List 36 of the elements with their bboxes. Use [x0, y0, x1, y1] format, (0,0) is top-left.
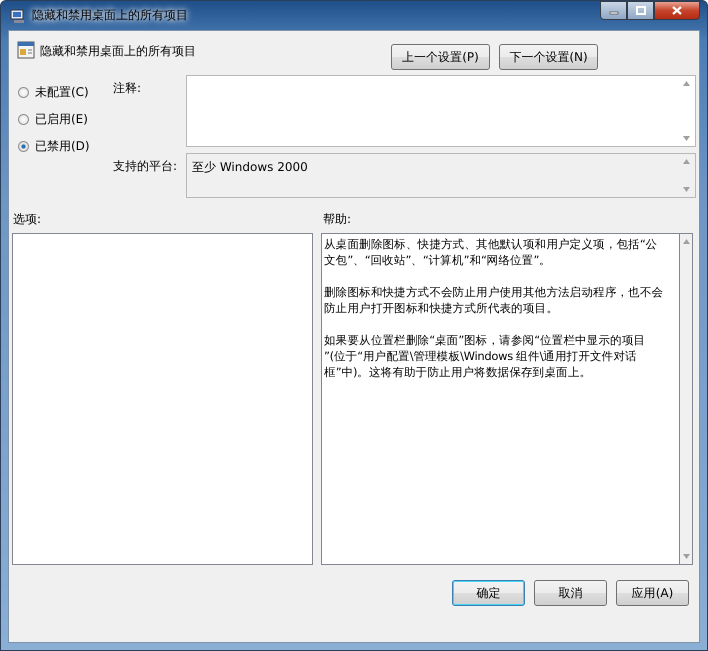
- help-label: 帮助:: [323, 210, 352, 228]
- comment-label: 注释:: [113, 80, 142, 97]
- scroll-up-icon[interactable]: [682, 239, 690, 244]
- scroll-up-icon[interactable]: [683, 81, 690, 86]
- scroll-down-icon[interactable]: [683, 136, 690, 141]
- platform-field: 至少 Windows 2000: [186, 153, 696, 198]
- nav-button[interactable]: 上一个设置(P): [391, 44, 490, 70]
- dialog-button[interactable]: 确定: [452, 580, 525, 606]
- window-title: 隐藏和禁用桌面上的所有项目: [32, 7, 188, 24]
- radio-button[interactable]: [18, 114, 29, 124]
- help-paragraph: 如果要从位置栏删除“桌面”图标，请参阅“位置栏中显示的项目 ”(位于“用户配置\管理模板\Windows 组件\通用打开文件对话 框”中)。这将有助于防止用户将数据保存到桌面上。: [324, 332, 646, 380]
- platform-label: 支持的平台:: [113, 158, 178, 175]
- policy-icon: [17, 41, 35, 59]
- help-paragraph: 删除图标和快捷方式不会防止用户使用其他方法启动程序，也不会 防止用户打开图标和快捷方式所代表的项目。: [324, 284, 664, 316]
- close-icon: [672, 6, 682, 15]
- radio-label[interactable]: 已启用(E): [35, 110, 88, 128]
- dialog-button[interactable]: 应用(A): [616, 580, 689, 606]
- computer-icon: [10, 8, 26, 24]
- maximize-icon: [636, 6, 646, 15]
- close-button[interactable]: [654, 1, 700, 20]
- comment-field[interactable]: [186, 75, 696, 147]
- scroll-down-icon[interactable]: [682, 554, 690, 559]
- scrollbar[interactable]: [680, 234, 692, 564]
- policy-title: 隐藏和禁用桌面上的所有项目: [40, 43, 196, 60]
- dialog-button[interactable]: 取消: [534, 580, 607, 606]
- options-label: 选项:: [13, 210, 42, 228]
- minimize-button[interactable]: [600, 1, 627, 20]
- nav-button[interactable]: 下一个设置(N): [499, 44, 598, 70]
- radio-label[interactable]: 未配置(C): [35, 84, 89, 100]
- maximize-button[interactable]: [627, 1, 654, 20]
- scroll-down-icon[interactable]: [683, 187, 690, 192]
- radio-label[interactable]: 已禁用(D): [35, 138, 90, 154]
- radio-button[interactable]: [18, 140, 29, 152]
- scroll-up-icon[interactable]: [683, 159, 690, 164]
- radio-button[interactable]: [18, 86, 29, 98]
- help-paragraph: 从桌面删除图标、快捷方式、其他默认项和用户定义项，包括“公 文包”、“回收站”、“计算机”和“网络位置”。: [324, 236, 658, 268]
